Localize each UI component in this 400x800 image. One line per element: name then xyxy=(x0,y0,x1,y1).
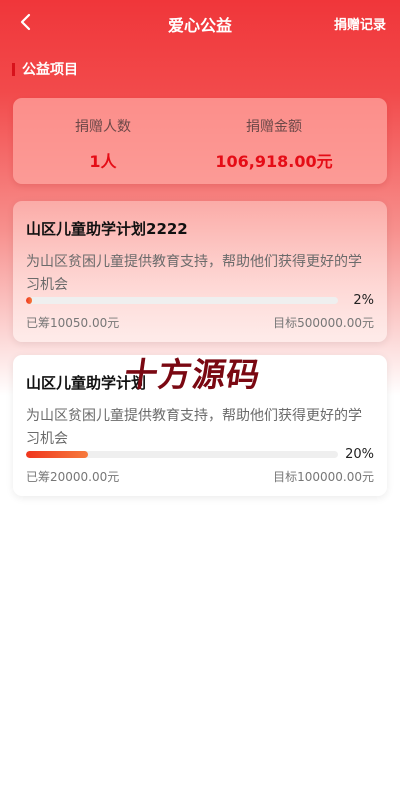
progress-track xyxy=(26,451,338,458)
section-header: 公益项目 xyxy=(12,61,78,78)
target-amount: 目标100000.00元 xyxy=(273,470,374,484)
progress-fill xyxy=(26,297,33,304)
target-amount: 目标500000.00元 xyxy=(273,316,374,330)
section-title: 公益项目 xyxy=(22,62,78,78)
progress-percent: 2% xyxy=(353,293,374,308)
stat-label-amount: 捐赠金额 xyxy=(246,119,302,135)
section-accent-bar xyxy=(12,62,15,76)
progress-percent: 20% xyxy=(345,447,374,462)
stat-donation-amount: 捐赠金额 106,918.00元 xyxy=(201,116,347,172)
project-description: 为山区贫困儿童提供教育支持，帮助他们获得更好的学习机会 xyxy=(26,408,362,447)
project-title: 山区儿童助学计划 xyxy=(26,374,147,392)
stat-value-amount: 106,918.00元 xyxy=(215,152,333,171)
raised-amount: 已筹20000.00元 xyxy=(26,470,120,484)
project-card[interactable]: 山区儿童助学计划 为山区贫困儿童提供教育支持，帮助他们获得更好的学习机会 20%… xyxy=(13,355,387,496)
raised-amount: 已筹10050.00元 xyxy=(26,316,120,330)
project-card[interactable]: 山区儿童助学计划2222 为山区贫困儿童提供教育支持，帮助他们获得更好的学习机会… xyxy=(13,201,387,342)
donation-records-link[interactable]: 捐赠记录 xyxy=(334,14,386,33)
progress-fill xyxy=(26,451,89,458)
navigation-bar: 爱心公益 捐赠记录 xyxy=(0,0,400,44)
donation-stats-card: 捐赠人数 1人 捐赠金额 106,918.00元 xyxy=(13,98,387,184)
progress-track xyxy=(26,297,338,304)
stat-label-donors: 捐赠人数 xyxy=(75,119,131,135)
project-description: 为山区贫困儿童提供教育支持，帮助他们获得更好的学习机会 xyxy=(26,254,362,293)
stat-value-donors: 1人 xyxy=(89,152,117,171)
stat-donor-count: 捐赠人数 1人 xyxy=(53,116,153,172)
project-title: 山区儿童助学计划2222 xyxy=(26,220,188,238)
